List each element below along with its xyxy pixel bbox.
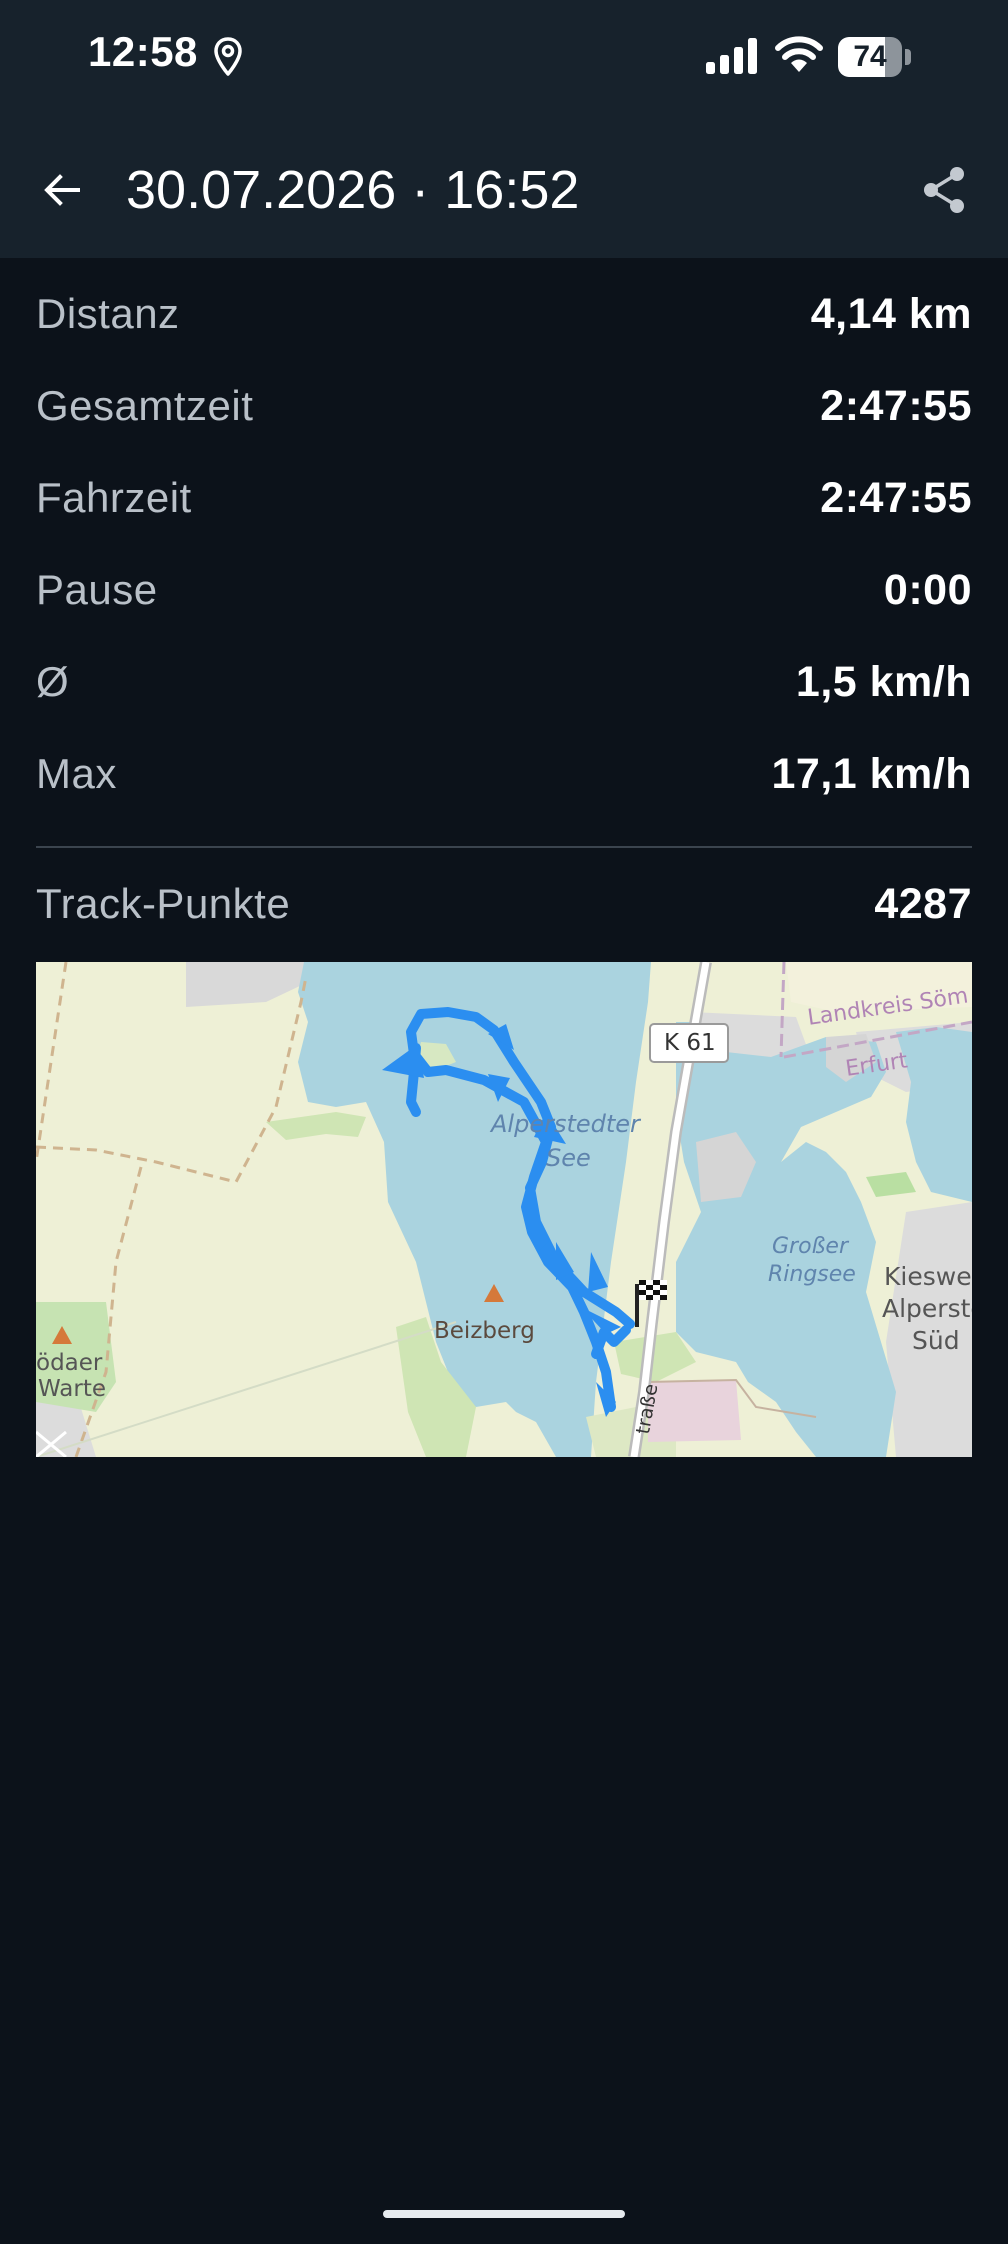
location-pin-icon <box>214 37 242 76</box>
battery-icon: 74 <box>838 37 912 77</box>
stats-divider <box>36 846 972 848</box>
battery-percent: 74 <box>853 40 887 73</box>
wifi-icon <box>775 36 823 72</box>
status-time: 12:58 <box>88 28 198 75</box>
cellular-signal-icon <box>706 38 757 74</box>
map-label-area: Alperste <box>882 1294 972 1323</box>
stat-row-max-speed: Max 17,1 km/h <box>36 728 972 820</box>
stat-value: 2:47:55 <box>820 473 972 522</box>
map-label-road: K 61 <box>664 1030 716 1056</box>
back-button[interactable] <box>26 154 98 226</box>
battery-body: 74 <box>838 37 902 77</box>
map-label-hill: Beizberg <box>434 1318 535 1344</box>
map-label-area: Kieswe <box>884 1262 972 1291</box>
map-label-area: Süd <box>912 1326 960 1355</box>
stat-label: Max <box>36 750 117 797</box>
battery-cap <box>905 49 911 65</box>
stat-label: Pause <box>36 566 158 613</box>
stat-label: Gesamtzeit <box>36 382 254 429</box>
map-tiles <box>36 962 972 1457</box>
stat-label: Fahrzeit <box>36 474 192 521</box>
map-label-lake: Großer <box>772 1234 848 1259</box>
map-label-lake: See <box>546 1144 591 1172</box>
stat-label: Distanz <box>36 290 180 337</box>
stat-label: Ø <box>36 658 70 705</box>
page-title: 30.07.2026 · 16:52 <box>126 160 580 220</box>
map-label-lake: Alperstedter <box>491 1110 640 1138</box>
arrow-left-icon <box>44 174 80 206</box>
share-button[interactable] <box>908 154 980 226</box>
stat-value: 4287 <box>874 879 972 928</box>
stat-value: 1,5 km/h <box>795 657 972 706</box>
stat-row-pause: Pause 0:00 <box>36 544 972 636</box>
app-bar: 30.07.2026 · 16:52 <box>0 110 1008 258</box>
stat-row-moving-time: Fahrzeit 2:47:55 <box>36 452 972 544</box>
share-icon <box>924 167 964 213</box>
stat-value: 17,1 km/h <box>771 749 972 798</box>
stat-row-total-time: Gesamtzeit 2:47:55 <box>36 360 972 452</box>
stat-value: 4,14 km <box>810 289 972 338</box>
stat-label: Track-Punkte <box>36 880 291 927</box>
map-label-place: ödaer <box>36 1350 103 1376</box>
track-stats: Distanz 4,14 km Gesamtzeit 2:47:55 Fahrz… <box>36 268 972 950</box>
stat-value: 0:00 <box>883 565 972 614</box>
stat-row-distance: Distanz 4,14 km <box>36 268 972 360</box>
stat-row-track-points: Track-Punkte 4287 <box>36 858 972 950</box>
home-indicator[interactable] <box>383 2210 625 2218</box>
status-bar: 12:58 74 <box>0 0 1008 110</box>
map-label-place: Warte <box>38 1376 106 1402</box>
track-map[interactable]: K 61 Landkreis Söm Erfurt Alperstedter S… <box>36 962 972 1457</box>
stat-row-average-speed: Ø 1,5 km/h <box>36 636 972 728</box>
stat-value: 2:47:55 <box>820 381 972 430</box>
map-label-lake: Ringsee <box>768 1262 856 1287</box>
